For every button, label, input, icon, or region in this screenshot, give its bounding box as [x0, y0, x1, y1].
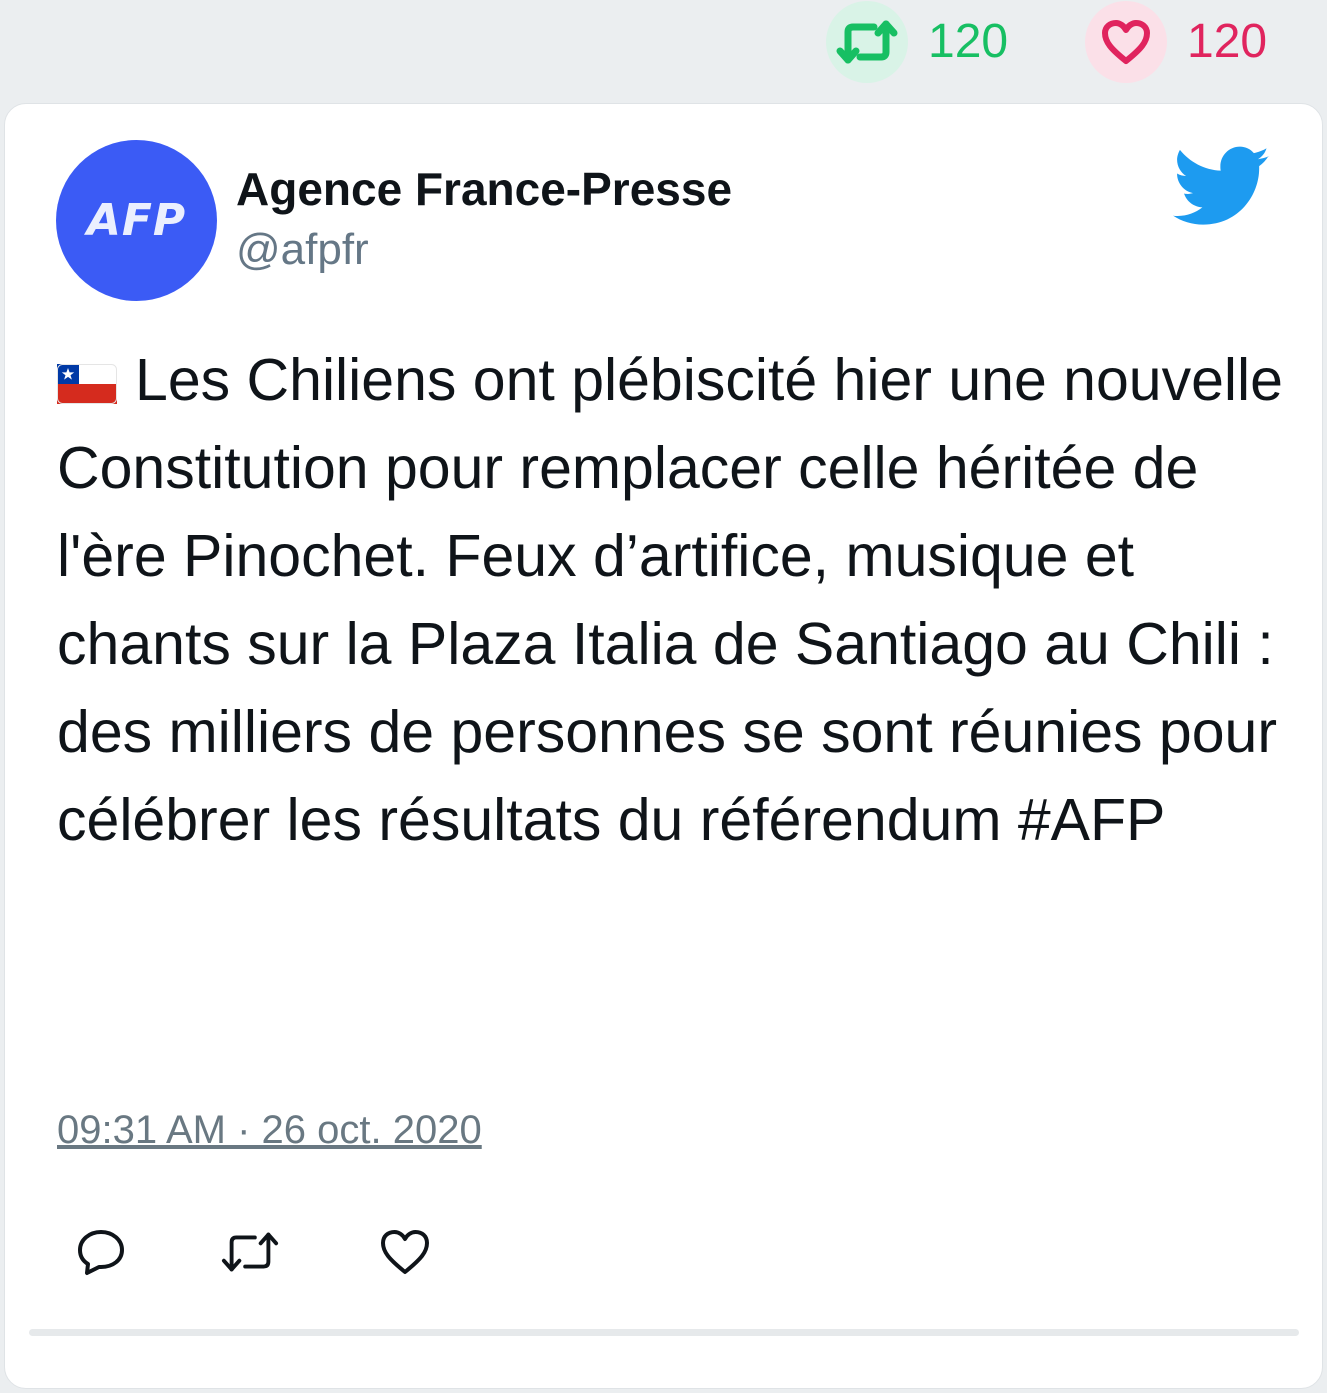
engagement-stats: 120 120: [0, 0, 1327, 100]
retweet-icon: [221, 1232, 279, 1272]
reply-button[interactable]: [71, 1222, 131, 1282]
reply-icon: [78, 1230, 124, 1275]
tweet-text: Les Chiliens ont plébiscité hier une nou…: [57, 347, 1283, 853]
tweet-timestamp[interactable]: 09:31 AM · 26 oct. 2020: [57, 1106, 482, 1154]
like-count: 120: [1187, 15, 1268, 68]
author-name[interactable]: Agence France-Presse: [236, 162, 732, 216]
retweet-stat[interactable]: 120: [826, 0, 1008, 84]
tweet-card: AFP Agence France-Presse @afpfr Les Chil…: [4, 103, 1323, 1389]
avatar[interactable]: AFP: [56, 140, 217, 301]
tweet-text-block: Les Chiliens ont plébiscité hier une nou…: [57, 336, 1287, 864]
like-stat[interactable]: 120: [1085, 0, 1267, 84]
chile-flag-icon: [57, 364, 117, 404]
card-divider: [29, 1329, 1299, 1336]
avatar-logo-text: AFP: [86, 195, 187, 246]
retweet-button[interactable]: [220, 1222, 280, 1282]
retweet-count: 120: [928, 15, 1009, 68]
heart-icon: [381, 1230, 429, 1274]
author-handle[interactable]: @afpfr: [236, 224, 369, 276]
twitter-bird-icon[interactable]: [1173, 146, 1271, 228]
retweet-icon[interactable]: [826, 1, 908, 83]
like-button[interactable]: [375, 1222, 435, 1282]
heart-icon[interactable]: [1085, 1, 1167, 83]
